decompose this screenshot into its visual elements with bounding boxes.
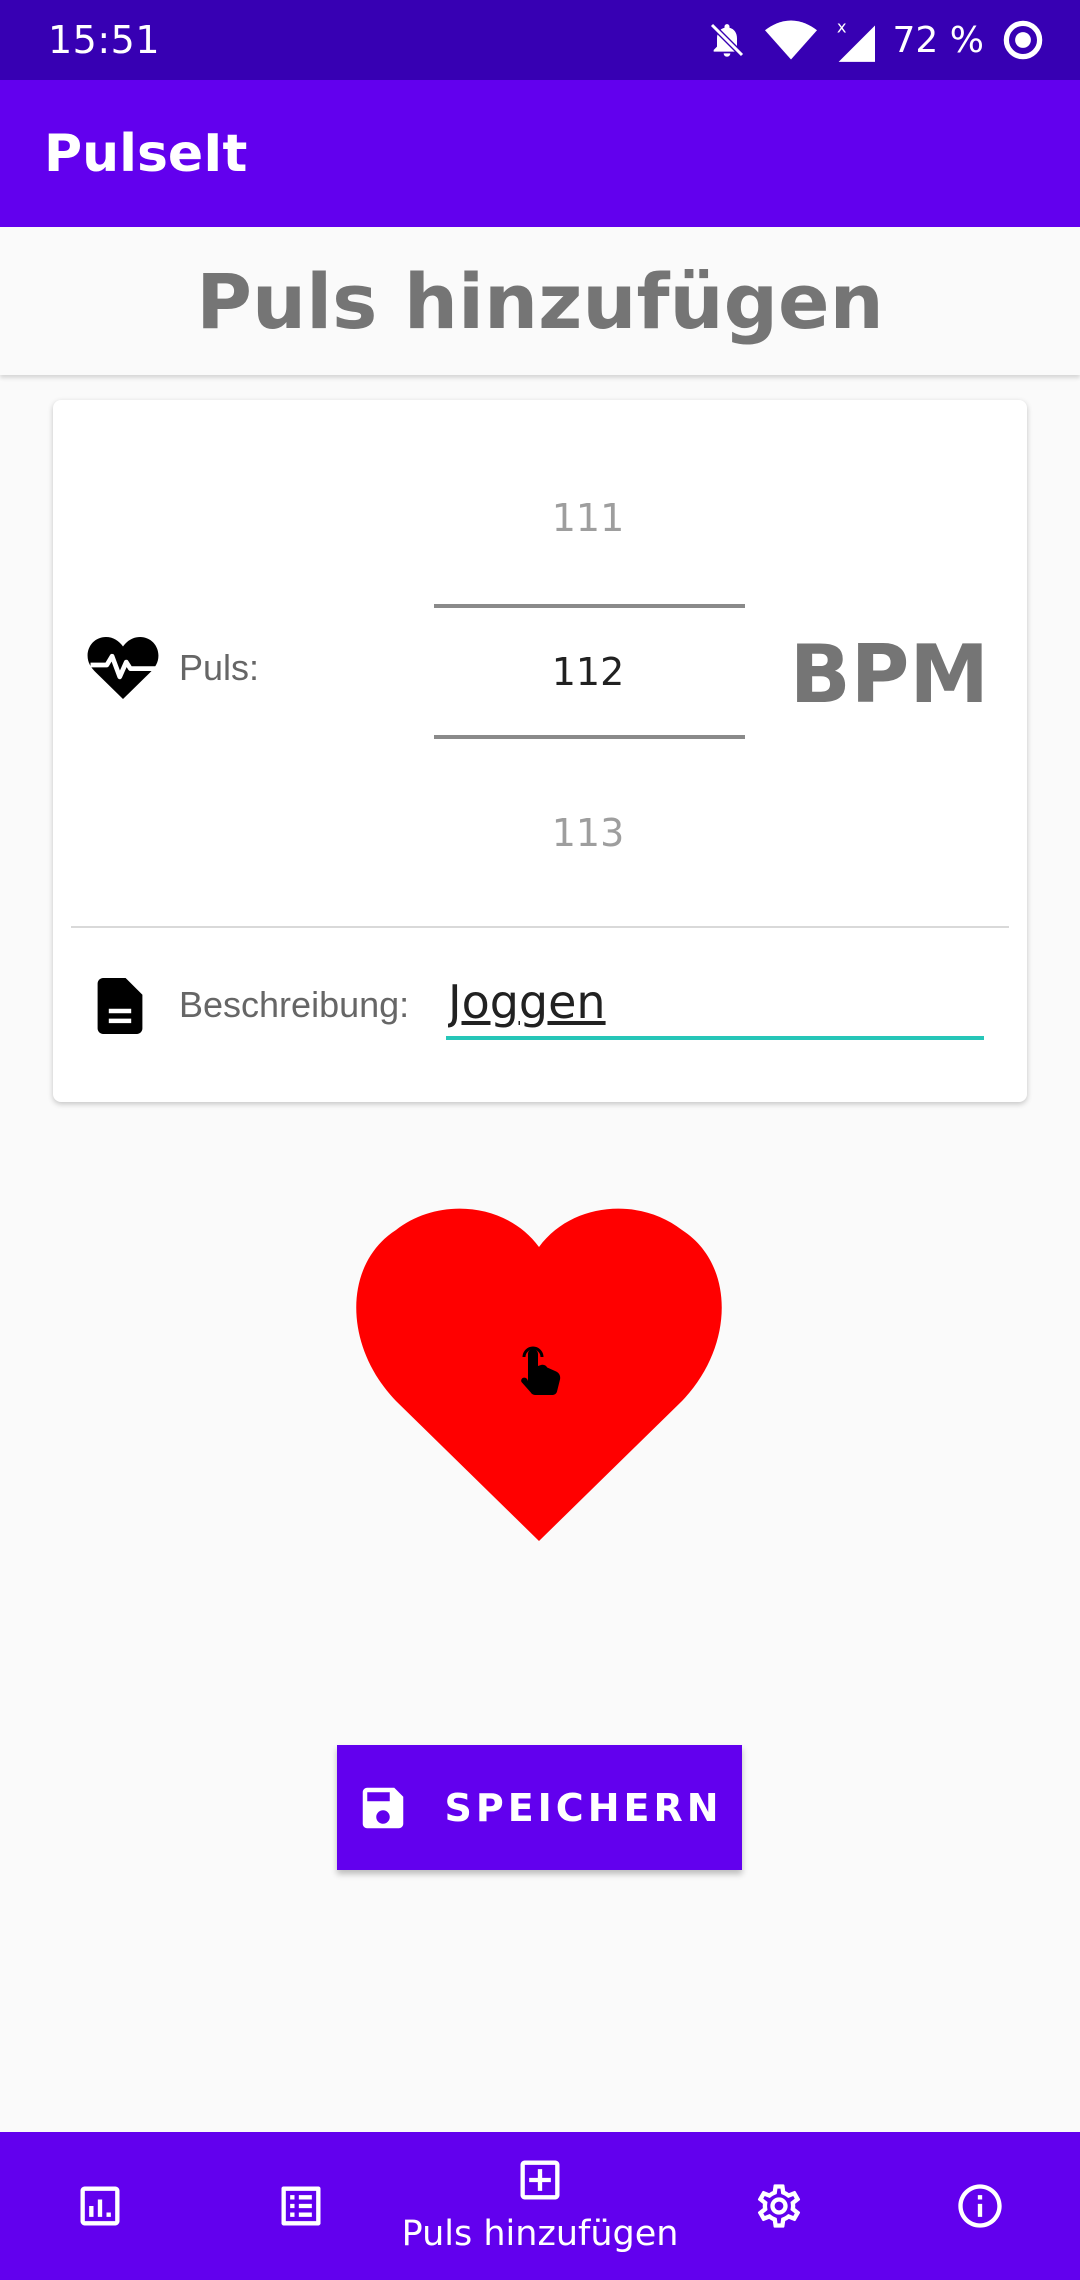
save-button-label: SPEICHERN — [444, 1785, 723, 1830]
bottom-navigation: Puls hinzufügen — [0, 2132, 1080, 2280]
heart-shape — [356, 1208, 722, 1541]
wifi-icon — [764, 20, 817, 60]
bpm-unit-label: BPM — [789, 628, 989, 721]
info-icon — [957, 2184, 1002, 2228]
picker-previous-value[interactable]: 111 — [433, 496, 743, 540]
nav-item-statistics[interactable] — [0, 2132, 201, 2280]
pulse-card: Puls: 111 112 113 BPM Beschreibung: — [53, 400, 1027, 1102]
save-button[interactable]: SPEICHERN — [337, 1745, 742, 1870]
notifications-off-icon — [709, 22, 744, 58]
description-input[interactable] — [446, 968, 984, 1040]
nav-item-add-pulse[interactable]: Puls hinzufügen — [401, 2132, 679, 2280]
cell-signal-icon: x — [836, 18, 875, 62]
status-bar: 15:51 x 72 % — [0, 0, 1080, 80]
nav-label-add-pulse: Puls hinzufügen — [401, 2214, 679, 2254]
gear-icon — [757, 2184, 800, 2228]
save-icon — [363, 1787, 404, 1828]
picker-selected-value[interactable]: 112 — [433, 650, 743, 694]
page-title: Puls hinzufügen — [196, 256, 884, 346]
document-icon — [97, 978, 143, 1034]
picker-divider-top — [434, 604, 745, 608]
battery-percent: 72 % — [892, 19, 984, 61]
add-box-icon — [520, 2160, 560, 2200]
picker-divider-bottom — [434, 735, 745, 739]
card-divider — [71, 926, 1009, 928]
status-icons: x 72 % — [707, 18, 1044, 62]
nav-item-info[interactable] — [879, 2132, 1080, 2280]
heart-pulse-icon — [87, 637, 159, 699]
pulse-label: Puls: — [179, 647, 260, 688]
status-time: 15:51 — [48, 18, 161, 62]
list-icon — [281, 2186, 321, 2226]
app-bar: PulseIt — [0, 80, 1080, 227]
picker-next-value[interactable]: 113 — [433, 811, 743, 855]
nav-item-settings[interactable] — [678, 2132, 879, 2280]
app-title: PulseIt — [44, 123, 248, 184]
svg-text:x: x — [836, 18, 846, 37]
chart-icon — [80, 2186, 120, 2226]
tap-heart-button[interactable] — [356, 1205, 722, 1541]
page-header: Puls hinzufügen — [0, 227, 1080, 375]
nav-item-list[interactable] — [201, 2132, 402, 2280]
battery-ring-icon — [1003, 20, 1043, 60]
description-label: Beschreibung: — [179, 984, 410, 1025]
